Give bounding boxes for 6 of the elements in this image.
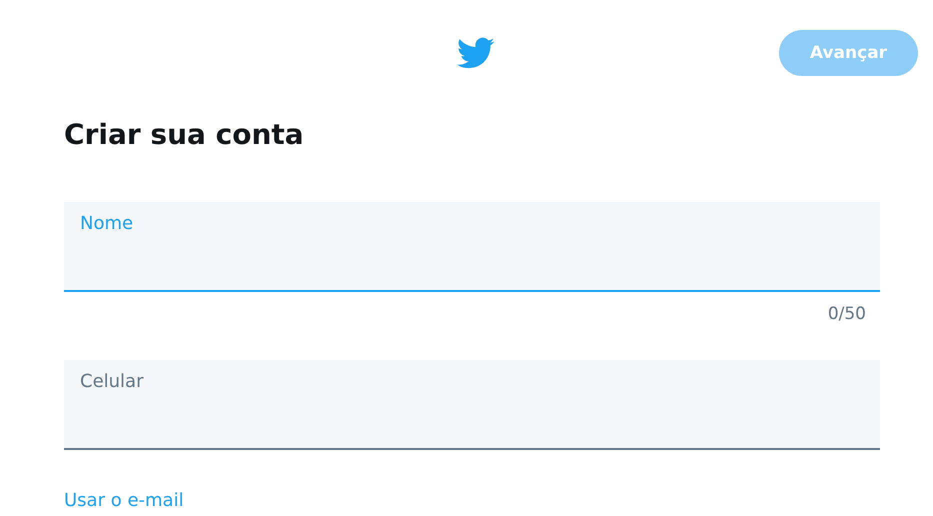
bird-logo-icon — [457, 37, 495, 70]
input-field[interactable]: Nome — [64, 202, 880, 292]
page-title: Criar sua conta — [64, 118, 305, 153]
input-field[interactable]: Celular — [64, 360, 880, 450]
use-email-link[interactable]: Usar o e-mail — [64, 490, 184, 511]
character-counter: 0/50 — [828, 304, 866, 326]
